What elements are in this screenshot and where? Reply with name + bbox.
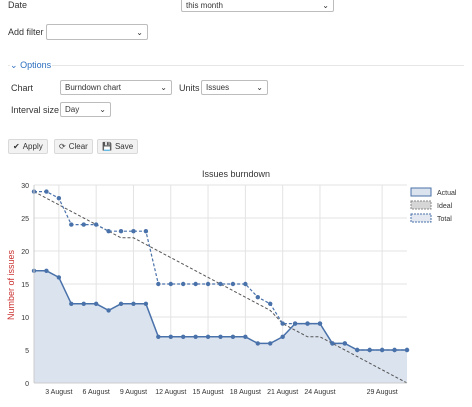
actual-point [181, 334, 186, 339]
legend-swatch [410, 213, 432, 223]
x-tick-label: 6 August [83, 389, 110, 396]
chart-legend: Actual Ideal Total [410, 187, 457, 223]
actual-point [342, 341, 348, 346]
x-tick-label: 3 August [45, 389, 72, 396]
actual-point [44, 268, 49, 273]
y-tick-label: 5 [25, 348, 29, 355]
actual-point [292, 321, 298, 326]
total-point [280, 321, 285, 326]
actual-point [81, 301, 86, 306]
total-point [118, 229, 124, 234]
actual-point [106, 308, 111, 313]
y-tick-label: 15 [21, 282, 29, 289]
actual-point [69, 301, 74, 306]
x-tick-label: 12 August [155, 389, 186, 396]
actual-point [330, 341, 335, 346]
legend-swatch [410, 200, 432, 210]
burndown-chart: 0 5 10 15 20 25 30 3 August 6 August 9 August 12 A… [6, 183, 457, 396]
total-point [44, 189, 49, 194]
total-point [205, 281, 211, 287]
total-point [156, 281, 161, 287]
total-point [143, 229, 149, 234]
x-tick-label: 18 August [230, 389, 261, 396]
legend-label: Total [437, 216, 452, 223]
y-tick-label: 20 [21, 249, 29, 256]
y-tick-label: 25 [21, 216, 29, 223]
x-tick-label: 24 August [304, 389, 335, 396]
total-point [93, 222, 99, 227]
total-point [69, 222, 74, 227]
actual-point [193, 334, 198, 339]
actual-point [218, 334, 223, 339]
x-tick-label: 21 August [267, 389, 298, 396]
total-point [268, 301, 273, 306]
actual-point [143, 301, 149, 306]
actual-point [205, 334, 211, 339]
legend-label: Ideal [437, 203, 453, 210]
actual-point [379, 347, 385, 353]
y-axis-label: Number of issues [6, 249, 16, 320]
actual-point [404, 347, 410, 353]
x-tick-label: 9 August [120, 389, 147, 396]
legend-label: Actual [437, 190, 457, 197]
actual-point [355, 347, 360, 353]
actual-point [56, 275, 62, 280]
y-tick-label: 30 [21, 183, 29, 190]
actual-point [156, 334, 161, 339]
total-point [131, 229, 136, 234]
total-point [81, 222, 86, 227]
total-point [193, 281, 198, 287]
actual-point [243, 334, 248, 339]
total-point [255, 295, 260, 300]
report-page: Date this month ⌄ Add filter ⌄ ⌄ Options… [0, 0, 472, 407]
x-tick-label: 15 August [192, 389, 223, 396]
actual-point [93, 301, 99, 306]
total-point [230, 281, 236, 287]
total-point [56, 196, 62, 201]
actual-point [317, 321, 323, 326]
x-tick-label: 29 August [367, 389, 398, 396]
actual-point [280, 334, 285, 339]
total-point [243, 281, 248, 287]
actual-point [118, 301, 124, 306]
total-point [181, 281, 186, 287]
actual-point [255, 341, 260, 346]
total-point [218, 281, 223, 287]
actual-area [34, 270, 407, 383]
y-tick-label: 0 [25, 381, 29, 388]
actual-point [392, 347, 397, 353]
y-tick-label: 10 [21, 315, 29, 322]
actual-point [168, 334, 173, 339]
actual-point [305, 321, 310, 326]
actual-point [268, 341, 273, 346]
total-point [106, 229, 111, 234]
actual-point [230, 334, 236, 339]
actual-point [367, 347, 372, 353]
legend-swatch [410, 187, 432, 197]
chart-area [34, 270, 407, 383]
total-point [168, 281, 173, 287]
actual-point [131, 301, 136, 306]
